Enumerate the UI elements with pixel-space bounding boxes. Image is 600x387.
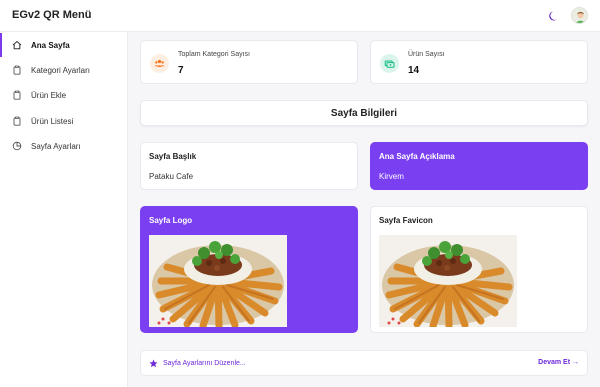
section-header: Sayfa Bilgileri (140, 100, 588, 126)
continue-link[interactable]: Devam Et → (538, 359, 579, 366)
clipboard-icon (12, 65, 22, 75)
edit-page-settings-link[interactable]: Sayfa Ayarlarını Düzenle... (149, 359, 246, 368)
stat-value: 7 (178, 65, 184, 76)
logo-image (149, 235, 287, 327)
sidebar-item-label: Ana Sayfa (31, 40, 70, 50)
sidebar: Ana Sayfa Kategori Ayarları Ürün Ekle Ür… (0, 32, 128, 387)
logo-label: Sayfa Logo (149, 216, 193, 225)
description-card: Ana Sayfa Açıklama Kirvem (370, 142, 588, 190)
sidebar-item-label: Sayfa Ayarları (31, 141, 81, 151)
clipboard-icon (12, 90, 22, 100)
star-icon (149, 359, 158, 368)
sidebar-item-urun-listesi[interactable]: Ürün Listesi (0, 109, 128, 133)
sidebar-item-urun-ekle[interactable]: Ürün Ekle (0, 83, 128, 107)
users-group-icon (150, 54, 169, 73)
logo-card: Sayfa Logo (140, 206, 358, 333)
sidebar-item-ana-sayfa[interactable]: Ana Sayfa (0, 33, 128, 57)
top-bar: EGv2 QR Menü (0, 0, 600, 32)
clipboard-icon (12, 116, 22, 126)
page-title-value: Pataku Cafe (149, 172, 194, 181)
favicon-image (379, 235, 517, 327)
sidebar-item-label: Ürün Ekle (31, 90, 67, 100)
sidebar-item-label: Kategori Ayarları (31, 65, 90, 75)
page-title-label: Sayfa Başlık (149, 152, 197, 161)
pie-chart-icon (12, 141, 22, 151)
stat-label: Toplam Kategori Sayısı (178, 51, 250, 58)
page-title-card: Sayfa Başlık Pataku Cafe (140, 142, 358, 190)
edit-link-label: Sayfa Ayarlarını Düzenle... (163, 360, 246, 367)
sidebar-item-sayfa-ayarlari[interactable]: Sayfa Ayarları (0, 134, 128, 158)
favicon-card: Sayfa Favicon (370, 206, 588, 333)
page-settings-footer: Sayfa Ayarlarını Düzenle... Devam Et → (140, 350, 588, 376)
stat-card-products: Ürün Sayısı 14 (370, 40, 588, 84)
home-icon (12, 40, 22, 50)
description-label: Ana Sayfa Açıklama (379, 152, 455, 161)
favicon-label: Sayfa Favicon (379, 216, 433, 225)
stat-card-categories: Toplam Kategori Sayısı 7 (140, 40, 358, 84)
user-avatar-icon[interactable] (571, 7, 588, 24)
app-title: EGv2 QR Menü (12, 9, 92, 21)
money-icon (380, 54, 399, 73)
description-value: Kirvem (379, 172, 404, 181)
sidebar-item-kategori-ayarlari[interactable]: Kategori Ayarları (0, 58, 128, 82)
section-title: Sayfa Bilgileri (330, 108, 398, 119)
sidebar-item-label: Ürün Listesi (31, 116, 74, 126)
stat-value: 14 (408, 65, 420, 76)
moon-icon[interactable] (548, 9, 560, 21)
stat-label: Ürün Sayısı (408, 51, 445, 58)
